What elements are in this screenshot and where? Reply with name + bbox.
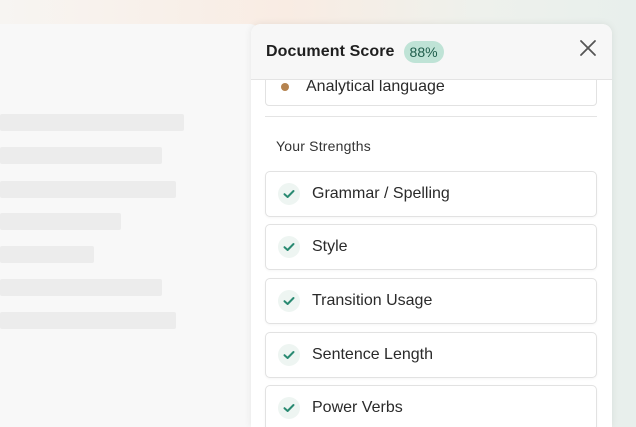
strength-item-style[interactable]: Style	[265, 224, 597, 270]
check-icon	[278, 290, 300, 312]
weakness-dot-icon	[281, 83, 289, 91]
strength-item-label: Style	[312, 238, 348, 255]
placeholder-text-line	[0, 181, 176, 198]
document-sheet	[0, 24, 260, 427]
check-icon	[278, 236, 300, 258]
strength-item-label: Power Verbs	[312, 399, 403, 416]
panel-body: Analytical language Your Strengths Gramm…	[251, 68, 612, 427]
placeholder-text-line	[0, 114, 184, 131]
panel-title: Document Score	[266, 42, 395, 60]
strength-item-label: Grammar / Spelling	[312, 185, 450, 202]
check-icon	[278, 344, 300, 366]
strengths-section-title: Your Strengths	[276, 138, 371, 154]
weakness-item-label: Analytical language	[306, 78, 445, 95]
placeholder-text-line	[0, 279, 162, 296]
strength-item-transition-usage[interactable]: Transition Usage	[265, 278, 597, 324]
strength-item-label: Transition Usage	[312, 292, 433, 309]
check-icon	[278, 397, 300, 419]
check-icon	[278, 183, 300, 205]
score-badge: 88%	[403, 40, 444, 63]
panel-header: Document Score 88%	[251, 24, 612, 80]
section-divider	[265, 116, 597, 117]
placeholder-text-line	[0, 312, 176, 329]
placeholder-text-line	[0, 213, 121, 230]
strength-item-grammar-spelling[interactable]: Grammar / Spelling	[265, 171, 597, 217]
placeholder-text-line	[0, 147, 162, 164]
document-score-panel: Document Score 88% Analytical language Y…	[251, 24, 612, 427]
strength-item-sentence-length[interactable]: Sentence Length	[265, 332, 597, 378]
placeholder-text-line	[0, 246, 94, 263]
strength-item-label: Sentence Length	[312, 346, 433, 363]
close-icon[interactable]	[578, 38, 598, 58]
strength-item-power-verbs[interactable]: Power Verbs	[265, 385, 597, 427]
